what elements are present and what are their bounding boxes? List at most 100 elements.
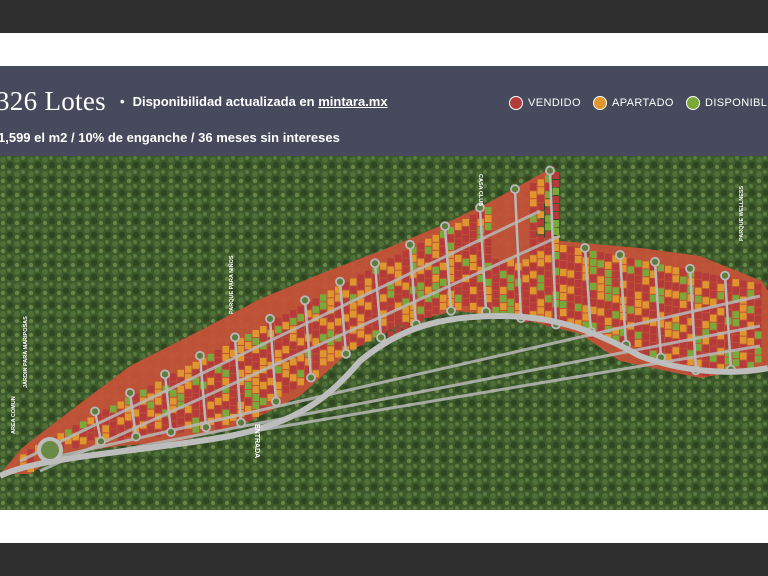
lot	[470, 302, 477, 310]
lot	[530, 231, 537, 239]
lot	[672, 275, 679, 283]
lot	[597, 308, 604, 316]
lot	[545, 231, 552, 239]
lot	[387, 290, 394, 298]
lot	[545, 287, 552, 295]
lot	[380, 302, 387, 310]
lot	[590, 266, 597, 274]
lot	[597, 252, 604, 260]
lot	[327, 354, 334, 362]
lot	[567, 262, 574, 270]
cul-de-sac	[440, 221, 450, 232]
lot	[575, 263, 582, 271]
lot	[357, 338, 364, 346]
lot	[267, 386, 274, 394]
lot	[597, 292, 604, 300]
red-dot-icon	[509, 96, 523, 110]
lot	[290, 358, 297, 366]
lot	[530, 279, 537, 287]
lot	[282, 370, 289, 378]
lot	[222, 393, 229, 401]
lot	[695, 311, 702, 319]
lot	[417, 282, 424, 290]
lot	[545, 215, 552, 223]
lot	[485, 239, 492, 247]
lot	[140, 405, 147, 413]
lot	[387, 322, 394, 330]
lot	[635, 307, 642, 315]
masterplan-slide: 326 Lotes • Disponibilidad actualizada en…	[0, 66, 768, 510]
lot	[312, 306, 319, 314]
lot	[590, 282, 597, 290]
lot	[147, 425, 154, 433]
lot	[560, 261, 567, 268]
lot	[665, 289, 672, 297]
lot	[485, 255, 492, 263]
lot	[282, 338, 289, 346]
lot	[455, 262, 462, 270]
cul-de-sac	[720, 270, 730, 281]
lot	[747, 338, 754, 346]
lot	[627, 282, 634, 290]
lot	[717, 356, 724, 364]
lot	[740, 320, 747, 328]
lot	[462, 218, 469, 226]
lot	[470, 246, 477, 254]
lot	[252, 338, 259, 346]
lot	[537, 227, 544, 235]
lot	[417, 258, 424, 266]
lot	[447, 234, 454, 242]
lot	[680, 284, 687, 292]
lot	[537, 187, 544, 195]
lot	[672, 283, 679, 291]
lot	[635, 283, 642, 291]
lot	[710, 274, 717, 282]
bullet-icon: •	[120, 94, 125, 109]
lot	[612, 311, 619, 319]
lot	[560, 309, 567, 316]
lot	[590, 298, 597, 306]
lot	[192, 385, 199, 393]
mintara-link[interactable]: mintara.mx	[318, 94, 387, 109]
lot	[312, 322, 319, 330]
lot	[537, 275, 544, 283]
lot	[252, 330, 259, 338]
lot	[425, 238, 432, 246]
lot	[672, 323, 679, 331]
cul-de-sac	[300, 295, 310, 306]
lot	[522, 307, 529, 315]
lot	[230, 373, 237, 381]
lot	[717, 316, 724, 324]
lot	[455, 254, 462, 262]
lot	[455, 238, 462, 246]
lot	[477, 283, 484, 291]
lot	[665, 281, 672, 289]
poi-casa-club: CASA CLUB	[477, 174, 483, 206]
lot	[650, 326, 657, 334]
lot	[462, 258, 469, 266]
lot	[470, 222, 477, 230]
cul-de-sac	[650, 256, 660, 267]
lot	[702, 273, 709, 281]
bottom-white-band	[0, 510, 768, 543]
lot	[747, 282, 754, 290]
lot	[432, 266, 439, 274]
cul-de-sac	[230, 332, 240, 343]
lot	[432, 282, 439, 290]
lot	[110, 405, 117, 413]
lot	[222, 345, 229, 353]
lot	[635, 275, 642, 283]
lot	[522, 259, 529, 267]
lot	[635, 259, 642, 267]
lot	[260, 334, 267, 342]
lot	[635, 331, 642, 339]
lot	[380, 270, 387, 278]
lot	[702, 289, 709, 297]
lot	[612, 279, 619, 287]
lot	[455, 222, 462, 230]
lot	[582, 313, 589, 321]
cul-de-sac	[90, 406, 100, 417]
lot	[567, 310, 574, 318]
lot	[717, 292, 724, 300]
lot	[80, 437, 87, 445]
